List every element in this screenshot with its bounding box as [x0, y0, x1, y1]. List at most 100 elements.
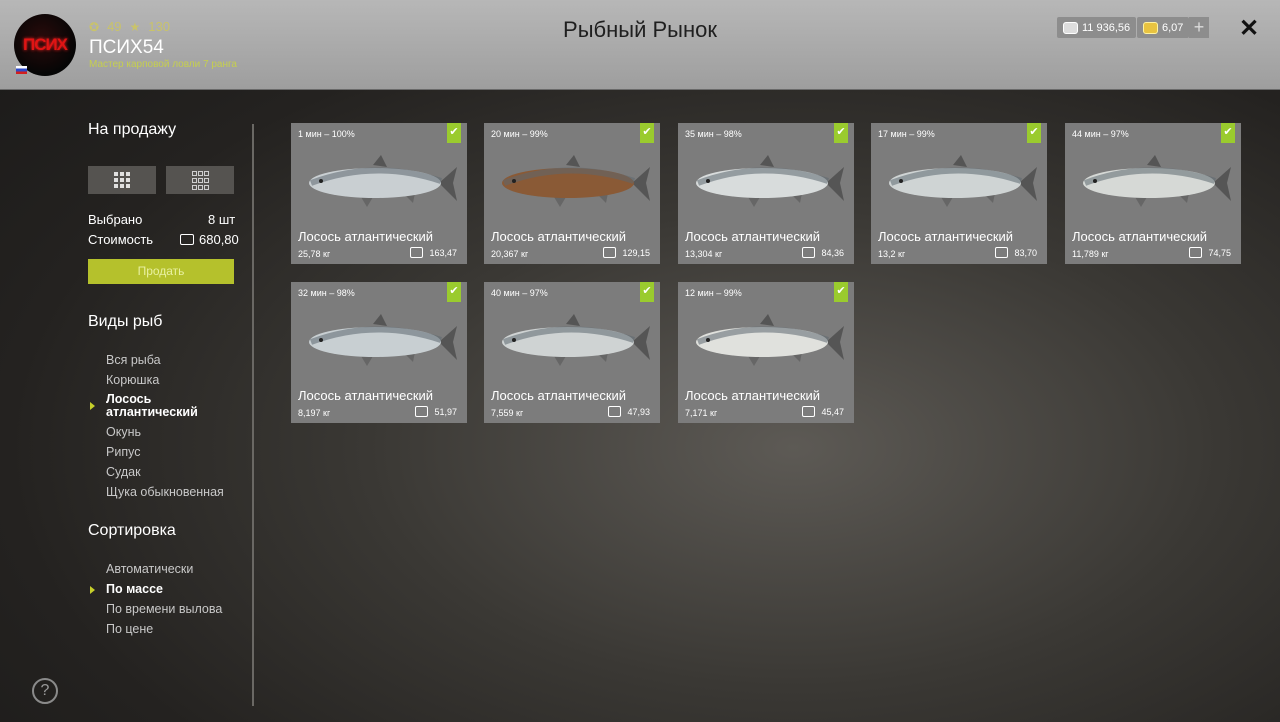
cost-value-wrap: 680,80	[180, 232, 239, 247]
gold-amount: 6,07	[1162, 21, 1184, 34]
gold-balance: 6,07	[1137, 17, 1190, 38]
sort-by-weight[interactable]: По массе	[106, 582, 163, 596]
checkmark-icon[interactable]: ✔	[447, 282, 461, 302]
sort-auto[interactable]: Автоматически	[106, 562, 193, 576]
salmon-fish-icon	[1083, 155, 1231, 207]
russia-flag-icon	[16, 66, 27, 74]
silver-coin-icon	[415, 406, 429, 417]
large-grid-view-button[interactable]	[88, 166, 156, 194]
sell-button[interactable]: Продать	[88, 259, 234, 284]
fish-weight: 25,78 кг	[298, 249, 331, 259]
fish-price: 84,36	[802, 247, 844, 258]
silver-coin-icon	[608, 406, 622, 417]
fish-type-zander[interactable]: Судак	[106, 465, 141, 479]
fish-weight: 20,367 кг	[491, 249, 529, 259]
catch-meta: 44 мин – 97%	[1072, 129, 1129, 139]
price-value: 47,93	[627, 406, 650, 417]
fish-weight: 7,171 кг	[685, 408, 718, 418]
top-bar: ПСИХ ✪ 49 ★ 130 ПСИХ54 Мастер карповой л…	[0, 0, 1280, 90]
silver-coin-icon	[802, 247, 816, 258]
fish-card[interactable]: 17 мин – 99% ✔ Лосось атлантический 13,2 кг…	[871, 123, 1047, 264]
silver-coin-icon	[802, 406, 816, 417]
silver-amount: 11 936,56	[1082, 21, 1131, 34]
price-value: 84,36	[821, 247, 844, 258]
fish-type-perch[interactable]: Окунь	[106, 425, 141, 439]
fish-type-atlantic-salmon[interactable]: Лосось атлантический	[106, 393, 206, 419]
fish-price: 83,70	[995, 247, 1037, 258]
fish-weight: 13,304 кг	[685, 249, 723, 259]
salmon-fish-icon	[309, 155, 457, 207]
fish-card[interactable]: 32 мин – 98% ✔ Лосось атлантический 8,197 к…	[291, 282, 467, 423]
catch-meta: 32 мин – 98%	[298, 288, 355, 298]
fish-type-pike[interactable]: Щука обыкновенная	[106, 485, 224, 499]
fish-name: Лосось атлантический	[491, 229, 627, 244]
cost-label: Стоимость	[88, 232, 154, 247]
checkmark-icon[interactable]: ✔	[447, 123, 461, 143]
fish-card[interactable]: 20 мин – 99% ✔ Лосось атлантический 20,367 …	[484, 123, 660, 264]
checkmark-icon[interactable]: ✔	[1221, 123, 1235, 143]
help-icon[interactable]: ?	[32, 678, 58, 704]
fish-price: 47,93	[608, 406, 650, 417]
fish-price: 45,47	[802, 406, 844, 417]
checkmark-icon[interactable]: ✔	[834, 282, 848, 302]
fish-name: Лосось атлантический	[878, 229, 1014, 244]
fish-name: Лосось атлантический	[298, 388, 434, 403]
silver-coin-icon	[603, 247, 617, 258]
checkmark-icon[interactable]: ✔	[834, 123, 848, 143]
selected-label: Выбрано	[88, 212, 143, 227]
salmon-fish-icon	[889, 155, 1037, 207]
catch-meta: 40 мин – 97%	[491, 288, 548, 298]
add-gold-button[interactable]: +	[1189, 17, 1209, 38]
fish-card[interactable]: 12 мин – 99% ✔ Лосось атлантический 7,171 к…	[678, 282, 854, 423]
fish-card[interactable]: 1 мин – 100% ✔ Лосось атлантический 25,78 к…	[291, 123, 467, 264]
sort-by-time[interactable]: По времени вылова	[106, 602, 222, 616]
salmon-fish-icon	[309, 314, 457, 366]
silver-coin-icon	[410, 247, 424, 258]
catch-meta: 20 мин – 99%	[491, 129, 548, 139]
fish-weight: 7,559 кг	[491, 408, 524, 418]
fish-price: 129,15	[603, 247, 650, 258]
price-value: 74,75	[1208, 247, 1231, 258]
fish-weight: 13,2 кг	[878, 249, 906, 259]
salmon-fish-icon	[696, 314, 844, 366]
checkmark-icon[interactable]: ✔	[640, 123, 654, 143]
fish-card[interactable]: 35 мин – 98% ✔ Лосось атлантический 13,304 …	[678, 123, 854, 264]
fish-name: Лосось атлантический	[1072, 229, 1208, 244]
player-rank: Мастер карповой ловли 7 ранга	[89, 59, 237, 70]
price-value: 83,70	[1014, 247, 1037, 258]
fish-type-ripus[interactable]: Рипус	[106, 445, 140, 459]
grid-large-icon	[114, 172, 130, 188]
fish-name: Лосось атлантический	[685, 388, 821, 403]
fish-weight: 8,197 кг	[298, 408, 331, 418]
catch-meta: 35 мин – 98%	[685, 129, 742, 139]
salmon-fish-icon	[696, 155, 844, 207]
fish-name: Лосось атлантический	[491, 388, 627, 403]
fish-price: 163,47	[410, 247, 457, 258]
fish-card[interactable]: 40 мин – 97% ✔ Лосось атлантический 7,559 к…	[484, 282, 660, 423]
price-value: 51,97	[434, 406, 457, 417]
fish-type-all[interactable]: Вся рыба	[106, 353, 161, 367]
checkmark-icon[interactable]: ✔	[1027, 123, 1041, 143]
cost-value: 680,80	[199, 232, 239, 247]
small-grid-view-button[interactable]	[166, 166, 234, 194]
catch-meta: 17 мин – 99%	[878, 129, 935, 139]
checkmark-icon[interactable]: ✔	[640, 282, 654, 302]
sort-title: Сортировка	[88, 522, 176, 539]
silver-balance: 11 936,56	[1057, 17, 1137, 38]
fish-types-title: Виды рыб	[88, 313, 163, 330]
selected-value: 8 шт	[208, 212, 236, 227]
price-value: 129,15	[622, 247, 650, 258]
fish-type-smelt[interactable]: Корюшка	[106, 373, 159, 387]
price-value: 45,47	[821, 406, 844, 417]
silver-coin-icon	[1189, 247, 1203, 258]
selected-arrow-icon	[90, 586, 95, 594]
price-value: 163,47	[429, 247, 457, 258]
catch-meta: 12 мин – 99%	[685, 288, 742, 298]
fish-name: Лосось атлантический	[298, 229, 434, 244]
gold-coin-icon	[1143, 21, 1158, 34]
fish-price: 51,97	[415, 406, 457, 417]
for-sale-title: На продажу	[88, 121, 177, 138]
sort-by-price[interactable]: По цене	[106, 622, 153, 636]
close-icon[interactable]: ✕	[1239, 14, 1259, 43]
fish-card[interactable]: 44 мин – 97% ✔ Лосось атлантический 11,789 …	[1065, 123, 1241, 264]
